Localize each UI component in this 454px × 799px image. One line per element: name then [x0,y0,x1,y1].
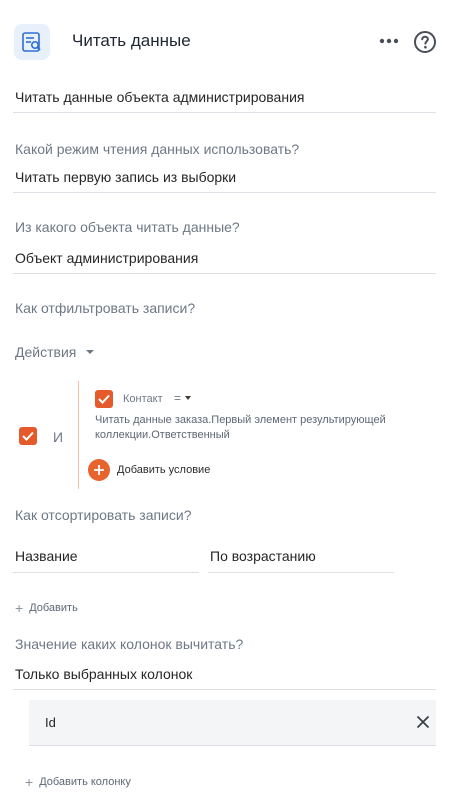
read-mode-select[interactable]: Читать первую запись из выборки [15,169,236,185]
close-icon[interactable] [414,713,432,731]
source-object-select[interactable]: Объект администрирования [15,250,198,266]
condition-operator-dropdown[interactable]: = [174,391,192,405]
read-data-icon [14,24,50,60]
column-item-label: Id [45,715,56,730]
plus-icon: + [15,600,24,616]
element-name-input[interactable]: Читать данные объекта администрирования [15,89,304,105]
add-sort-label: Добавить [29,602,78,614]
group-checkbox[interactable] [19,427,37,445]
plus-icon: + [25,774,34,790]
add-column-label: Добавить колонку [39,776,131,788]
more-dots-icon[interactable] [377,30,401,52]
actions-dropdown[interactable]: Действия [15,344,95,360]
actions-label: Действия [15,344,77,360]
add-sort-button[interactable]: + Добавить [15,601,78,615]
read-mode-question: Какой режим чтения данных использовать? [15,141,300,157]
sort-direction-select[interactable]: По возрастанию [210,548,316,564]
condition-column[interactable]: Контакт [123,393,163,405]
condition-value[interactable]: Читать данные заказа.Первый элемент резу… [95,413,425,443]
divider [13,572,199,573]
condition-operator: = [174,391,182,405]
source-object-question: Из какого объекта читать данные? [15,219,240,235]
column-item[interactable] [29,700,436,746]
chevron-down-icon [86,350,95,354]
sort-column-select[interactable]: Название [15,548,78,564]
help-circle-icon[interactable] [413,30,437,54]
filter-question: Как отфильтровать записи? [15,300,196,316]
divider [208,572,394,573]
page-title: Читать данные [72,31,191,50]
divider [13,273,436,274]
group-operator[interactable]: И [53,429,63,445]
add-column-button[interactable]: + Добавить колонку [25,775,131,789]
divider [13,192,436,193]
chevron-down-icon [185,396,192,400]
condition-checkbox[interactable] [95,390,113,408]
group-divider [78,381,79,489]
add-condition-button[interactable] [88,459,110,481]
divider [13,112,436,113]
columns-question: Значение каких колонок вычитать? [15,636,244,652]
columns-mode-select[interactable]: Только выбранных колонок [15,666,192,682]
divider [13,689,436,690]
add-condition-label[interactable]: Добавить условие [117,464,210,476]
sort-question: Как отсортировать записи? [15,507,192,523]
